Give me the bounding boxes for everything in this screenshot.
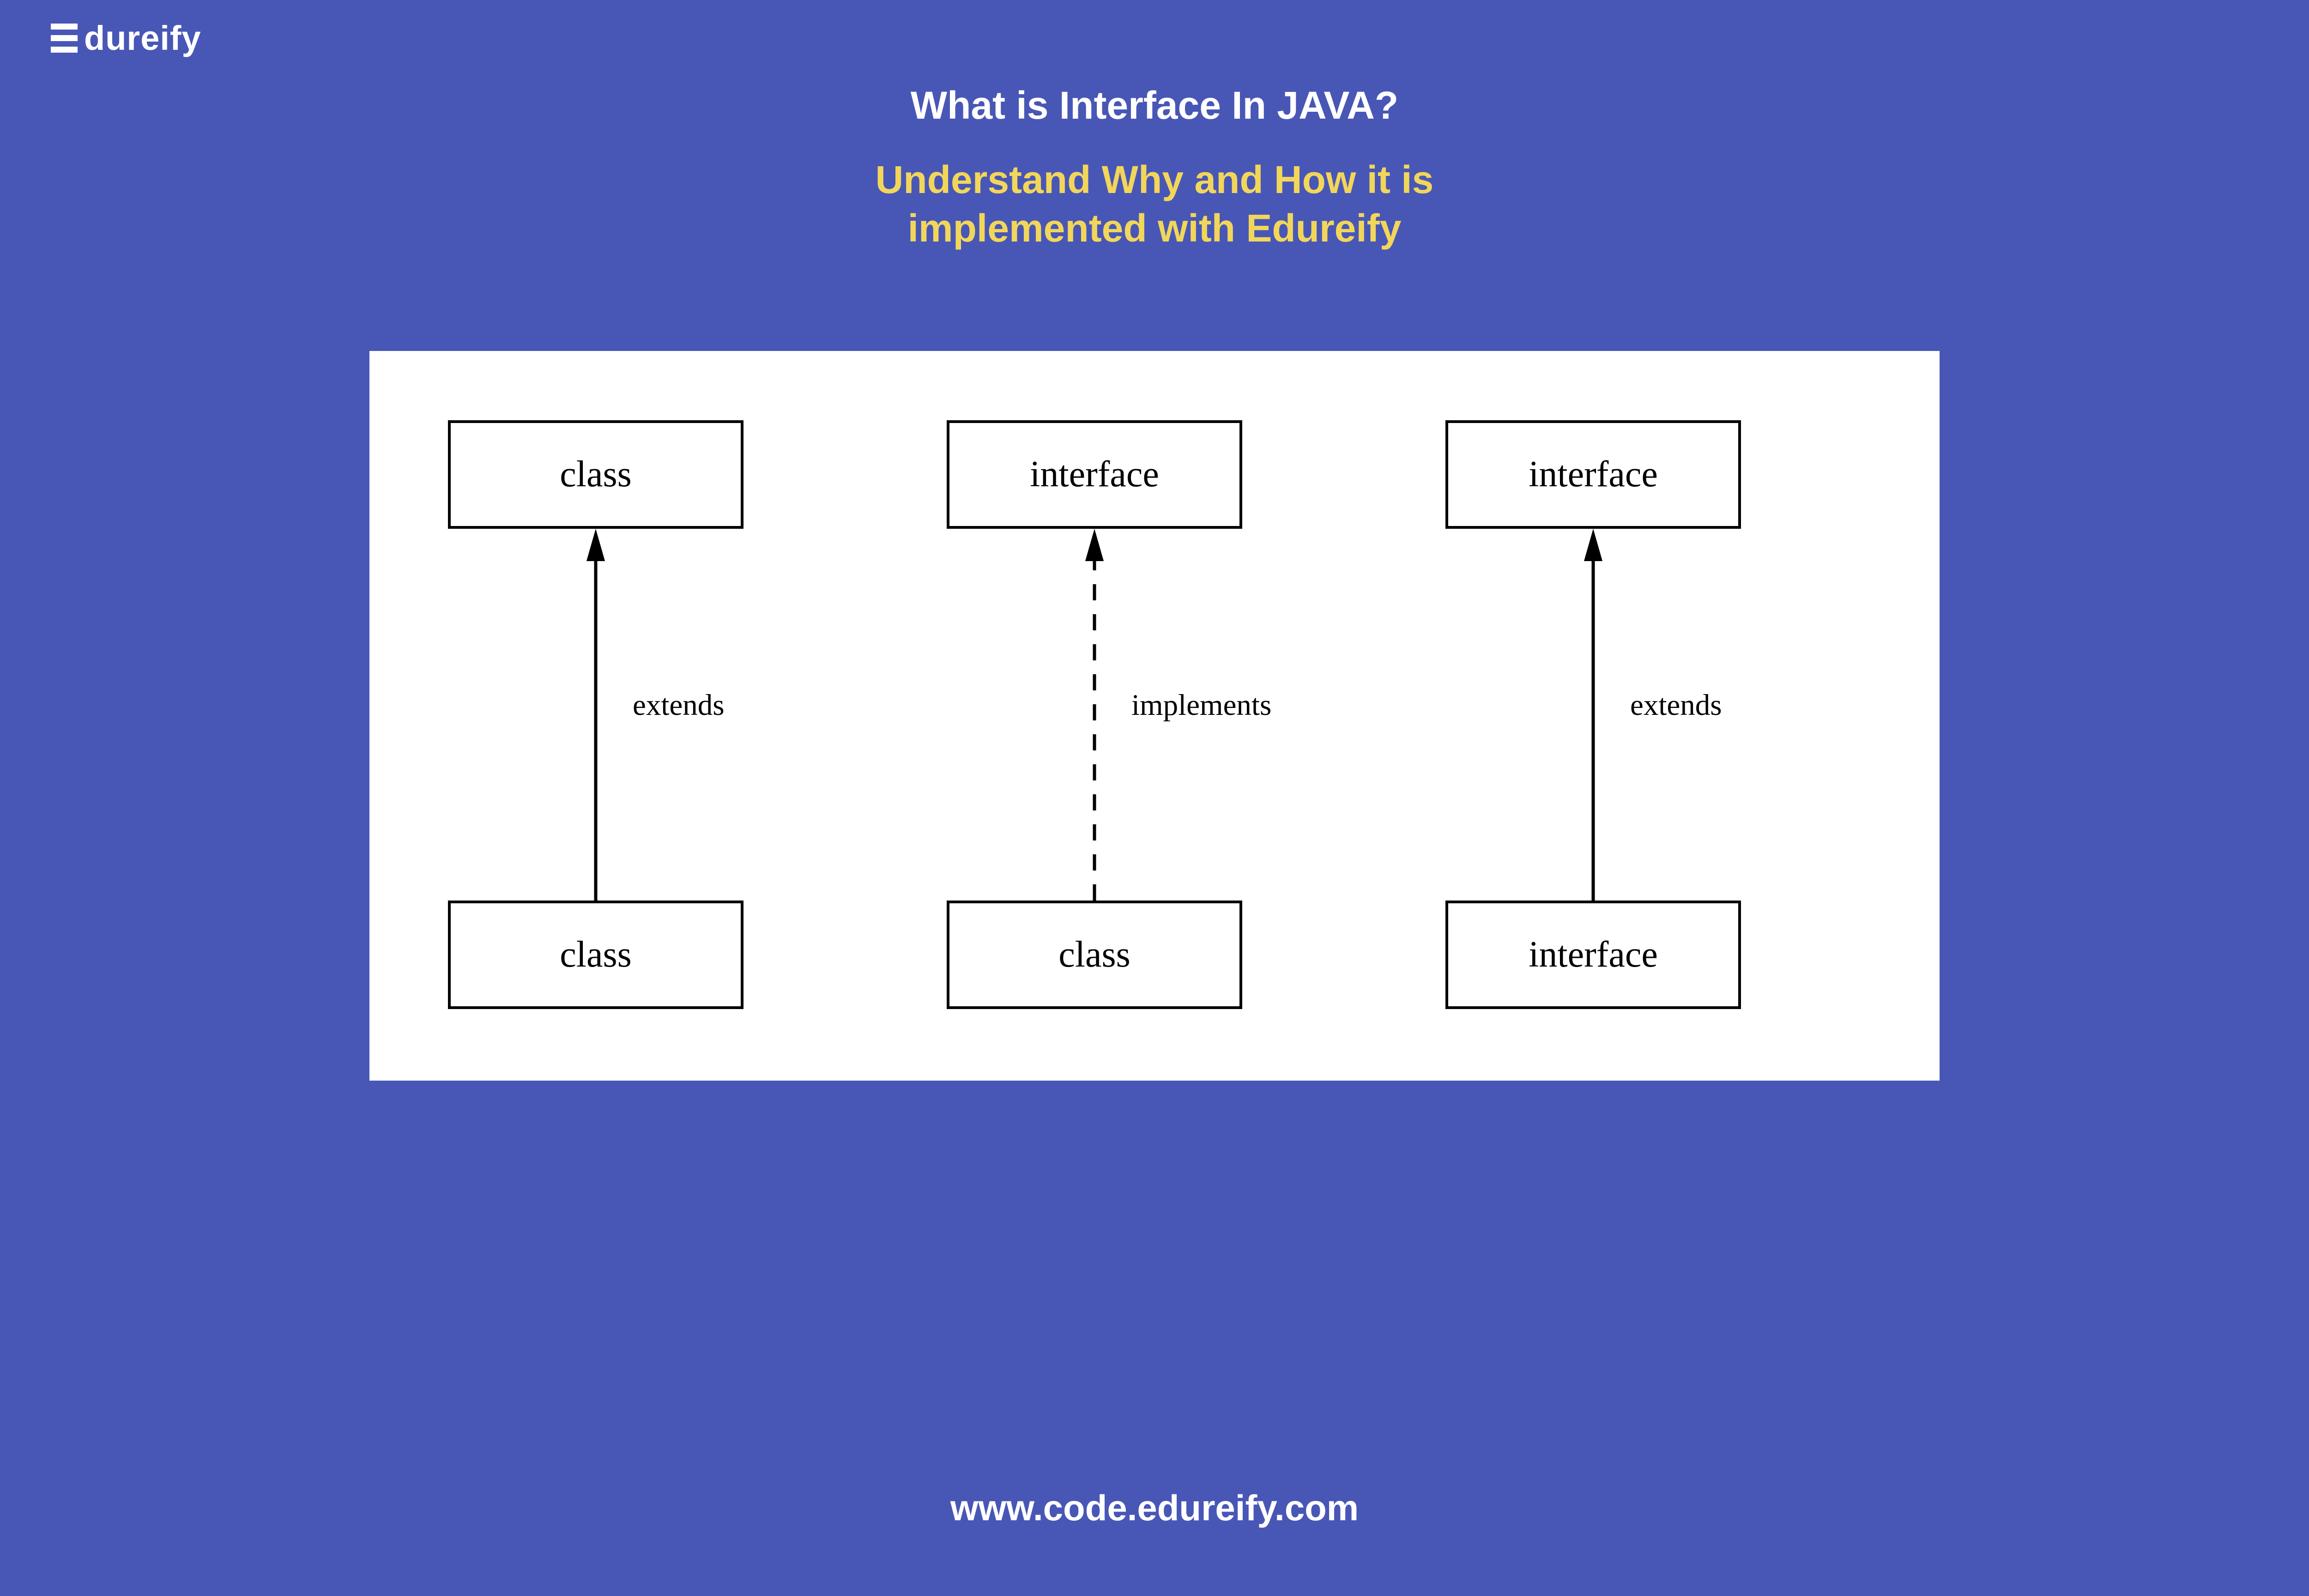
page-subtitle: Understand Why and How it is implemented… (0, 156, 2309, 253)
arrow-solid-icon (1584, 529, 1602, 901)
arrow-label: implements (1131, 688, 1271, 723)
footer-url: www.code.edureify.com (0, 1487, 2309, 1529)
diagram-panel: class extends class interface implements… (369, 351, 1940, 1081)
logo-bars-icon (51, 24, 78, 53)
arrow-label: extends (633, 688, 725, 723)
uml-box-top: class (448, 420, 743, 529)
subtitle-line-2: implemented with Edureify (0, 204, 2309, 253)
arrow-label: extends (1630, 688, 1722, 723)
page-title: What is Interface In JAVA? (0, 83, 2309, 128)
relation-class-implements-interface: interface implements class (947, 420, 1362, 1011)
brand-logo: dureify (51, 18, 201, 58)
relation-interface-extends-interface: interface extends interface (1445, 420, 1861, 1011)
uml-box-top: interface (947, 420, 1242, 529)
diagram-inner: class extends class interface implements… (369, 351, 1940, 1081)
uml-box-top: interface (1445, 420, 1741, 529)
arrow-dashed-icon (1085, 529, 1104, 901)
arrow-solid-icon (586, 529, 605, 901)
relation-class-extends-class: class extends class (448, 420, 864, 1011)
uml-box-bottom: class (448, 901, 743, 1009)
header: What is Interface In JAVA? Understand Wh… (0, 83, 2309, 253)
logo-text: dureify (84, 18, 201, 58)
uml-box-bottom: class (947, 901, 1242, 1009)
uml-box-bottom: interface (1445, 901, 1741, 1009)
subtitle-line-1: Understand Why and How it is (0, 156, 2309, 204)
